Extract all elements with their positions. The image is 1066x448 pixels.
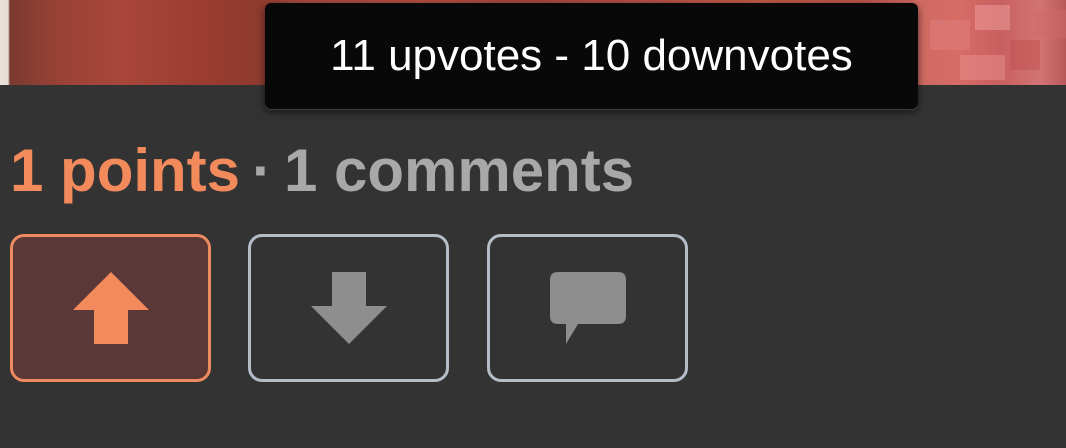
arrow-down-icon (310, 272, 387, 344)
stats-separator: · (252, 136, 272, 204)
vote-tooltip: 11 upvotes - 10 downvotes (265, 3, 918, 109)
upvote-button[interactable] (10, 234, 211, 382)
speech-bubble-icon (549, 272, 626, 344)
comments-count[interactable]: 1 comments (284, 136, 634, 205)
comment-button[interactable] (487, 234, 688, 382)
points-count: 1 points (10, 136, 241, 204)
post-stats: 1 points · 1 comments (10, 134, 634, 206)
downvote-button[interactable] (248, 234, 449, 382)
arrow-up-icon (72, 272, 149, 344)
vote-breakdown-text: 11 upvotes - 10 downvotes (330, 31, 853, 80)
